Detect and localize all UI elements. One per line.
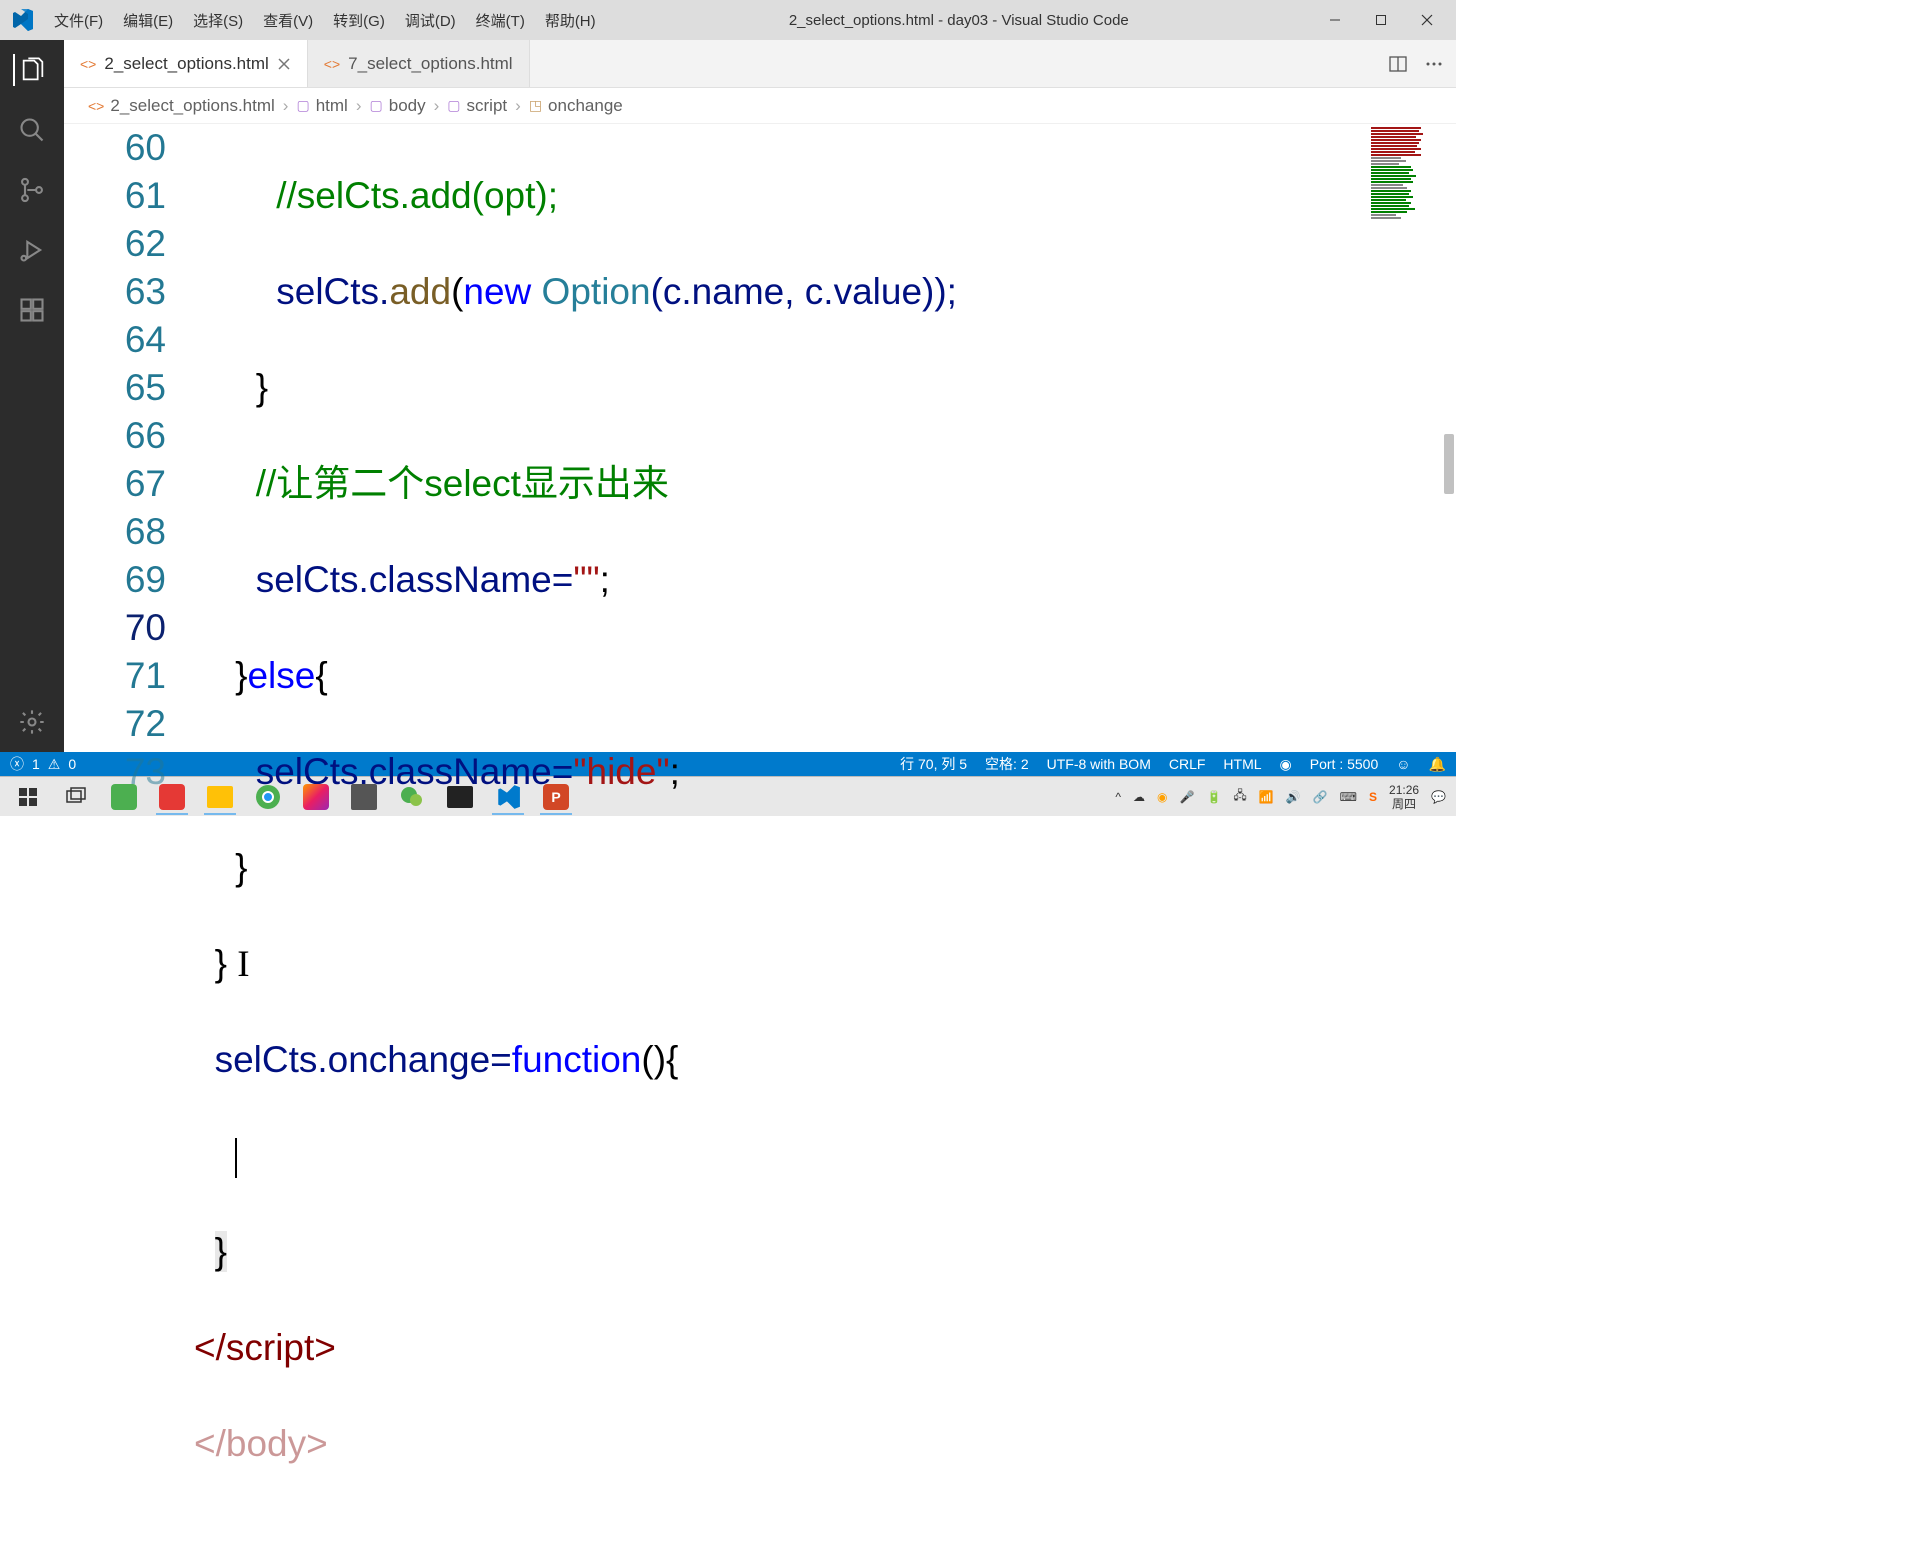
more-actions-icon[interactable] [1424,54,1444,74]
debug-icon[interactable] [16,234,48,266]
html-file-icon: <> [80,56,96,72]
breadcrumb-script[interactable]: script [467,96,508,116]
menu-terminal[interactable]: 终端(T) [466,6,535,35]
symbol-field-icon: ◳ [529,97,542,114]
breadcrumb: <> 2_select_options.html › ▢ html › ▢ bo… [64,88,1456,124]
taskbar-paint[interactable] [292,779,340,815]
symbol-struct-icon: ▢ [447,97,460,114]
window-title: 2_select_options.html - day03 - Visual S… [606,12,1312,29]
chevron-right-icon: › [354,96,364,116]
editor-tabs: <> 2_select_options.html <> 7_select_opt… [64,40,1456,88]
text-cursor [235,1138,237,1178]
menu-debug[interactable]: 调试(D) [395,6,466,35]
taskbar-wechat[interactable] [388,779,436,815]
taskbar-terminal[interactable] [436,779,484,815]
line-number-gutter: 60 61 62 63 64 65 66 67 68 69 70 71 72 7… [64,124,194,752]
settings-gear-icon[interactable] [16,706,48,738]
source-control-icon[interactable] [16,174,48,206]
taskbar-app-1[interactable] [100,779,148,815]
split-editor-icon[interactable] [1388,54,1408,74]
breadcrumb-file[interactable]: 2_select_options.html [110,96,274,116]
menu-view[interactable]: 查看(V) [253,6,323,35]
error-icon[interactable]: ⓧ [10,754,24,774]
extensions-icon[interactable] [16,294,48,326]
tab-2-select-options[interactable]: <> 2_select_options.html [64,40,308,87]
start-menu-button[interactable] [4,779,52,815]
taskbar-powerpoint[interactable]: P [532,779,580,815]
close-button[interactable] [1404,4,1450,36]
chevron-right-icon: › [513,96,523,116]
window-controls [1312,4,1450,36]
explorer-icon[interactable] [13,54,49,86]
chevron-right-icon: › [432,96,442,116]
breadcrumb-body[interactable]: body [389,96,426,116]
code-editor[interactable]: 60 61 62 63 64 65 66 67 68 69 70 71 72 7… [64,124,1456,752]
scrollbar-thumb[interactable] [1444,434,1454,494]
tab-label: 2_select_options.html [104,54,268,74]
breadcrumb-onchange[interactable]: onchange [548,96,623,116]
tab-label: 7_select_options.html [348,54,512,74]
code-content[interactable]: //selCts.add(opt); selCts.add(new Option… [194,124,1456,752]
menu-help[interactable]: 帮助(H) [535,6,606,35]
breadcrumb-html[interactable]: html [316,96,348,116]
menu-bar: 文件(F) 编辑(E) 选择(S) 查看(V) 转到(G) 调试(D) 终端(T… [44,6,606,35]
title-bar: 文件(F) 编辑(E) 选择(S) 查看(V) 转到(G) 调试(D) 终端(T… [0,0,1456,40]
tab-7-select-options[interactable]: <> 7_select_options.html [308,40,530,87]
minimap[interactable] [1368,124,1438,752]
activity-bar [0,40,64,752]
taskbar-chrome[interactable] [244,779,292,815]
search-icon[interactable] [16,114,48,146]
warning-icon[interactable]: ⚠ [48,756,61,773]
chevron-right-icon: › [281,96,291,116]
html-file-icon: <> [324,56,340,72]
symbol-struct-icon: ▢ [370,97,383,114]
taskbar-file-explorer[interactable] [196,779,244,815]
task-view-button[interactable] [52,779,100,815]
menu-selection[interactable]: 选择(S) [183,6,253,35]
menu-edit[interactable]: 编辑(E) [113,6,183,35]
menu-file[interactable]: 文件(F) [44,6,113,35]
vertical-scrollbar[interactable] [1442,124,1456,752]
error-count[interactable]: 1 [32,756,40,772]
menu-go[interactable]: 转到(G) [323,6,395,35]
taskbar-vscode[interactable] [484,779,532,815]
html-file-icon: <> [88,98,104,114]
vscode-logo-icon [10,8,34,32]
minimize-button[interactable] [1312,4,1358,36]
close-tab-icon[interactable] [277,57,291,71]
taskbar-app-2[interactable] [148,779,196,815]
symbol-struct-icon: ▢ [296,97,309,114]
taskbar-app-3[interactable] [340,779,388,815]
maximize-button[interactable] [1358,4,1404,36]
